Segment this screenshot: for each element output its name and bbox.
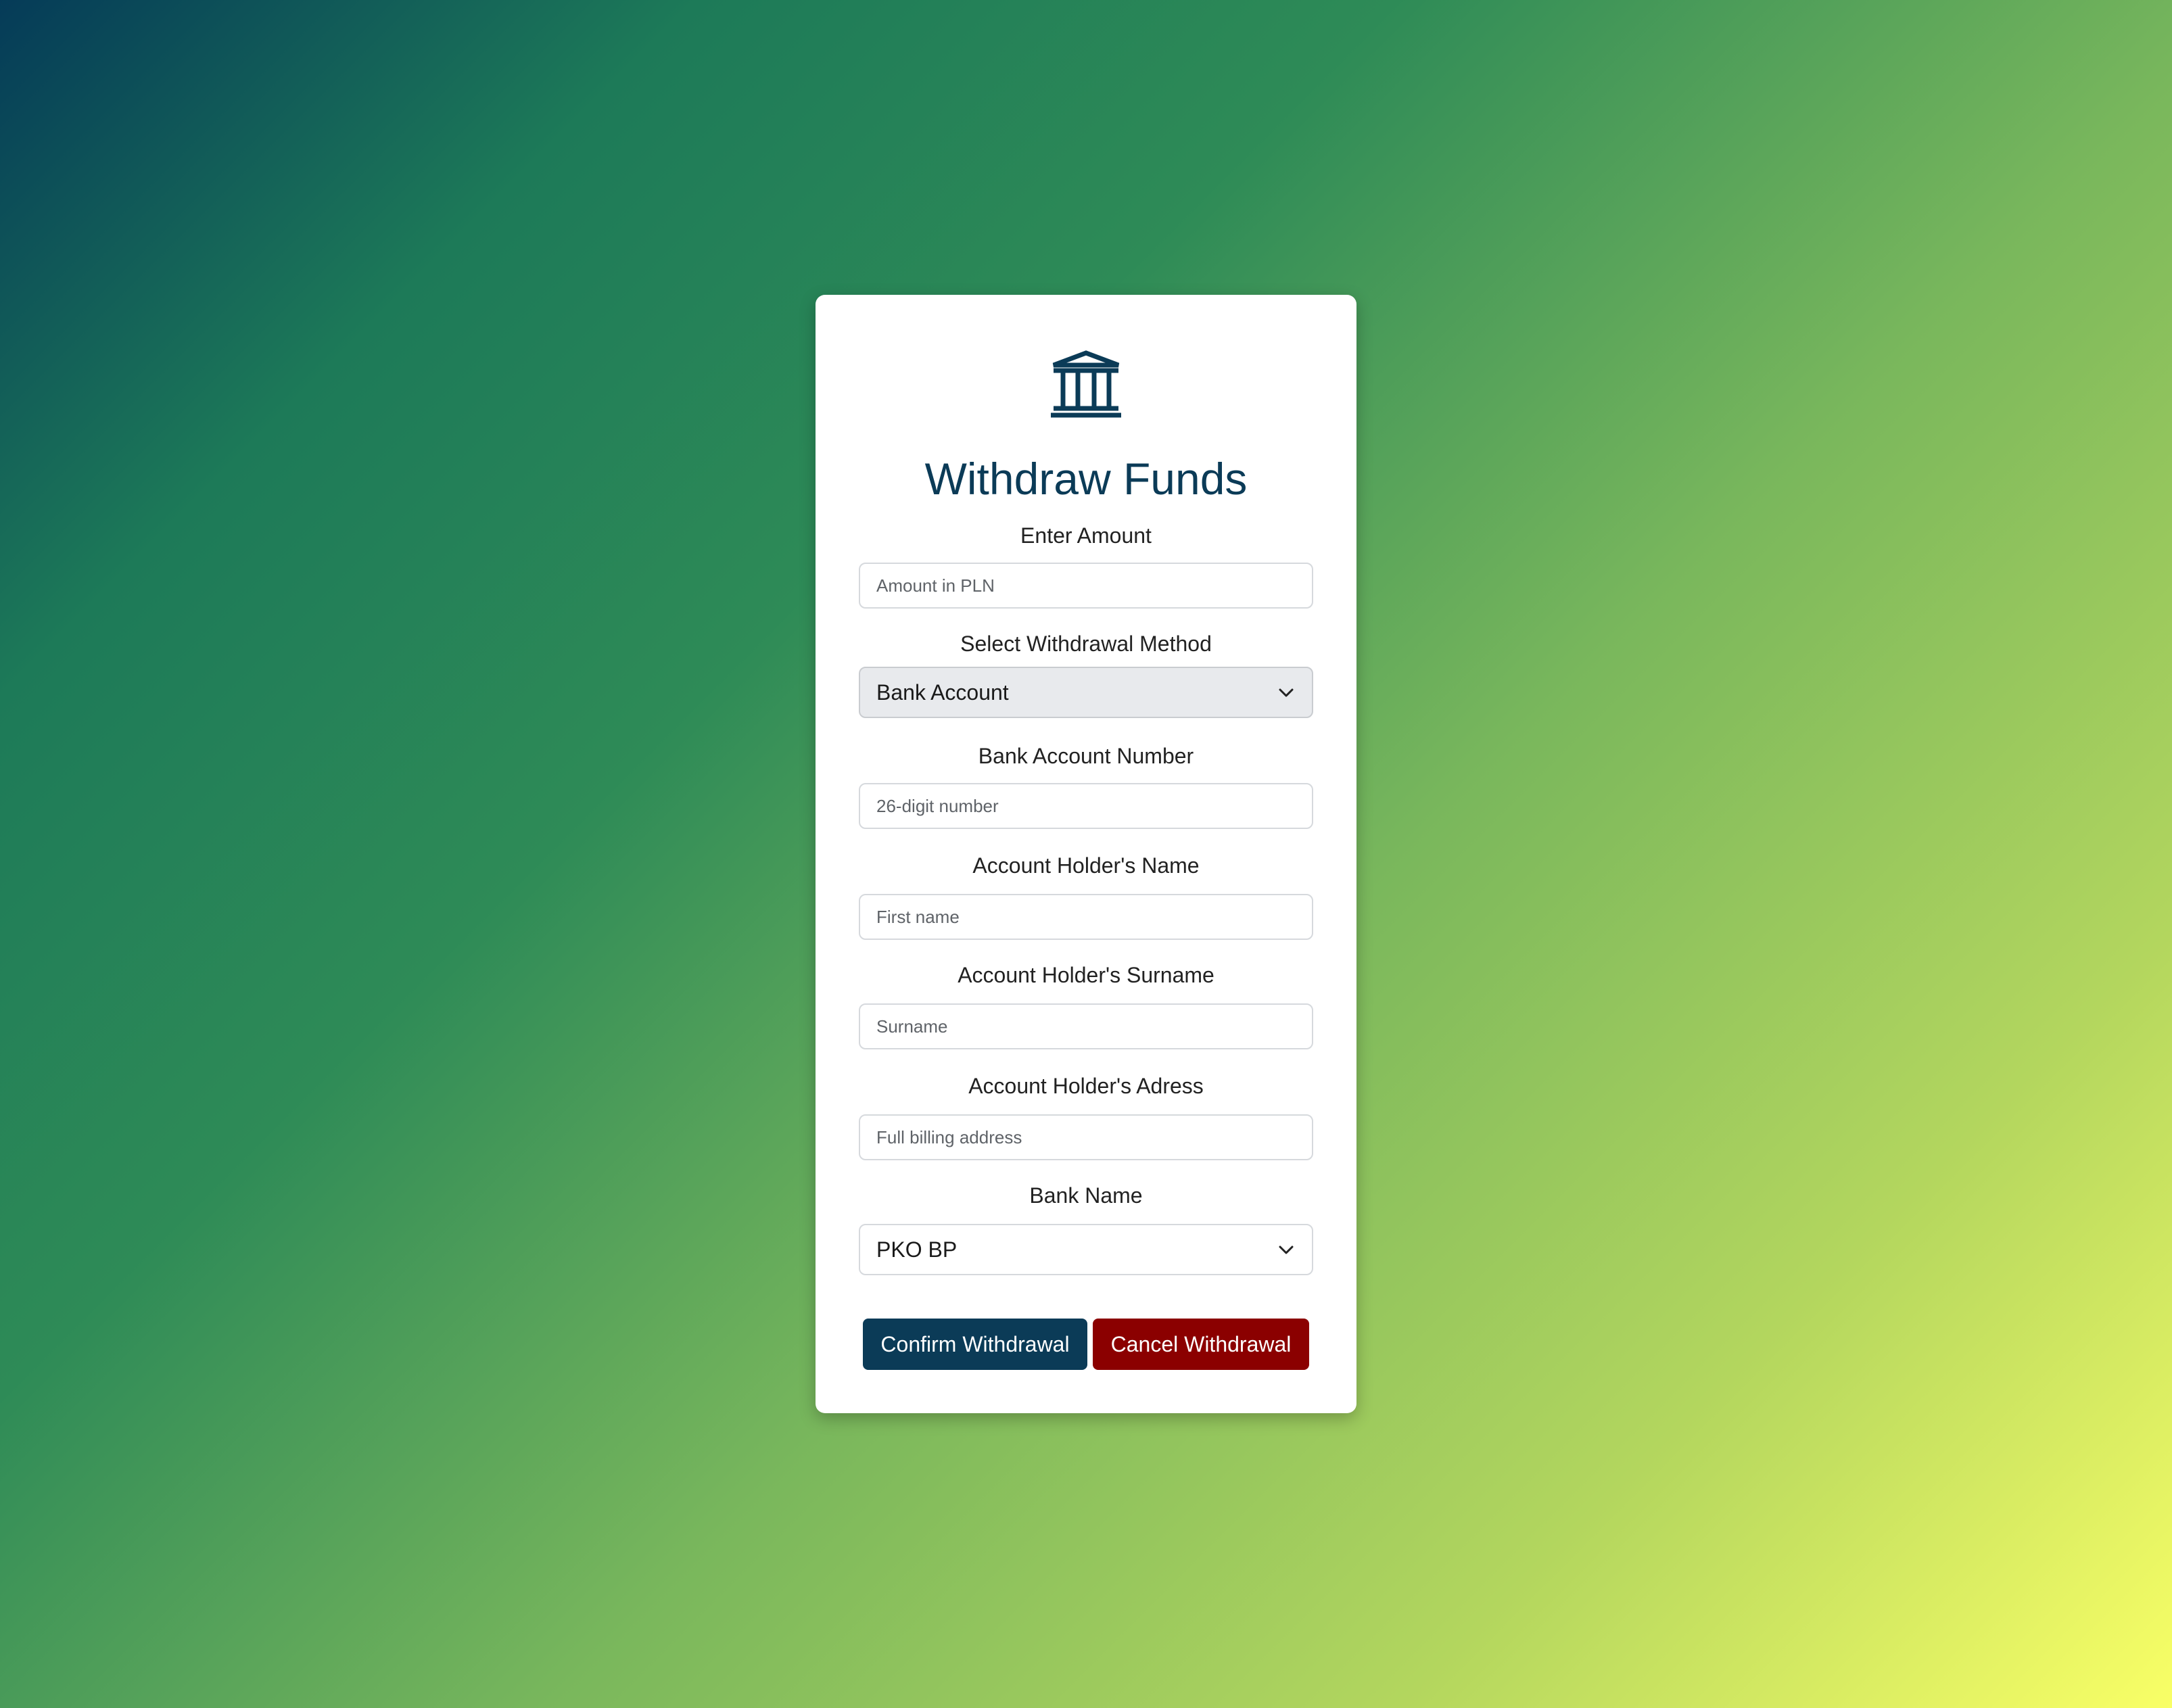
amount-input[interactable]	[859, 563, 1313, 609]
bank-name-label: Bank Name	[1029, 1183, 1143, 1208]
bank-name-value: PKO BP	[876, 1237, 958, 1262]
account-number-label: Bank Account Number	[978, 744, 1194, 768]
holder-address-label: Account Holder's Adress	[968, 1074, 1204, 1098]
withdrawal-method-select[interactable]: Bank Account	[859, 667, 1313, 718]
amount-label: Enter Amount	[1020, 523, 1152, 548]
chevron-down-icon	[1279, 688, 1294, 697]
withdrawal-method-label: Select Withdrawal Method	[960, 632, 1212, 656]
holder-name-input[interactable]	[859, 894, 1313, 940]
holder-name-label: Account Holder's Name	[972, 853, 1200, 878]
bank-name-select[interactable]: PKO BP	[859, 1224, 1313, 1275]
holder-surname-label: Account Holder's Surname	[958, 963, 1214, 987]
bank-icon	[1051, 350, 1121, 418]
page-title: Withdraw Funds	[924, 454, 1248, 504]
holder-address-input[interactable]	[859, 1114, 1313, 1160]
confirm-withdrawal-button[interactable]: Confirm Withdrawal	[863, 1319, 1087, 1370]
holder-surname-input[interactable]	[859, 1003, 1313, 1049]
cancel-withdrawal-button[interactable]: Cancel Withdrawal	[1093, 1319, 1309, 1370]
account-number-input[interactable]	[859, 783, 1313, 829]
chevron-down-icon	[1279, 1246, 1294, 1254]
withdraw-card: Withdraw Funds Enter Amount Select Withd…	[816, 295, 1356, 1413]
withdrawal-method-value: Bank Account	[876, 680, 1009, 705]
